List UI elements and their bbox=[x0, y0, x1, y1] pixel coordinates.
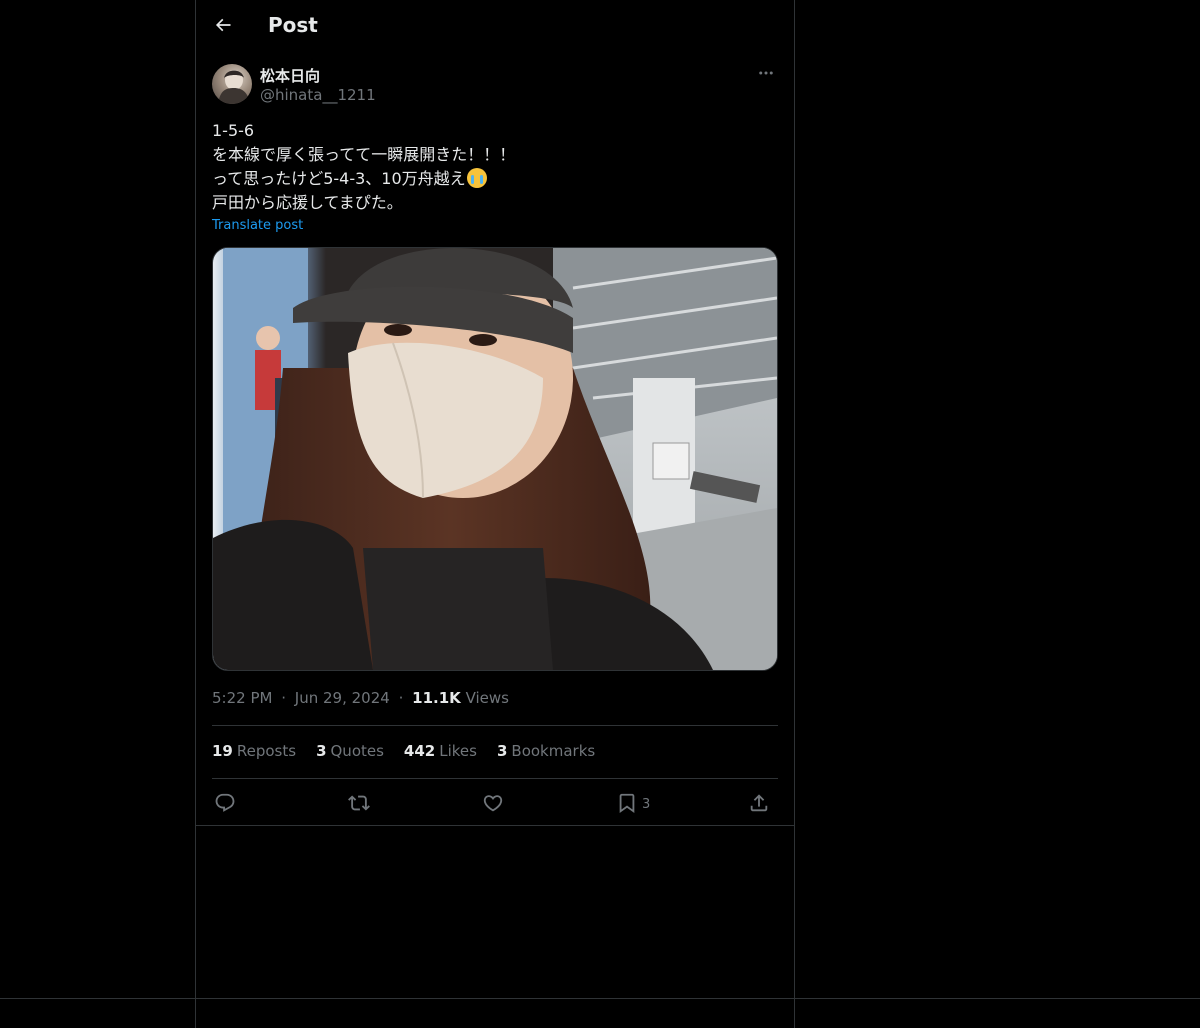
page-title: Post bbox=[268, 13, 318, 37]
likes-count: 442 bbox=[403, 742, 436, 760]
crying-face-emoji-icon bbox=[466, 168, 487, 188]
translate-post-link[interactable]: Translate post bbox=[212, 218, 303, 233]
post-text-line: って思ったけど5-4-3、10万舟越え bbox=[212, 167, 778, 191]
post-text-line-content: って思ったけど5-4-3、10万舟越え bbox=[212, 169, 466, 188]
likes-label: Likes bbox=[439, 742, 477, 760]
back-button[interactable] bbox=[206, 10, 240, 44]
post-text-line: を本線で厚く張ってて一瞬展開きた！！！ bbox=[212, 145, 516, 164]
post-stats: 19 Reposts 3 Quotes 442 Likes 3 Bookmarks bbox=[212, 742, 595, 760]
bookmarks-label: Bookmarks bbox=[511, 742, 596, 760]
post-header: Post bbox=[196, 0, 794, 53]
divider bbox=[196, 825, 794, 826]
post-actions: 3 bbox=[212, 786, 778, 820]
author-handle[interactable]: @hinata__1211 bbox=[260, 86, 376, 104]
repost-button[interactable] bbox=[348, 786, 370, 820]
views-label: Views bbox=[465, 689, 509, 707]
avatar[interactable] bbox=[212, 64, 252, 104]
reposts-stat[interactable]: 19 Reposts bbox=[212, 742, 296, 760]
quotes-stat[interactable]: 3 Quotes bbox=[316, 742, 384, 760]
post-author: 松本日向 @hinata__1211 bbox=[212, 64, 778, 108]
divider bbox=[212, 725, 778, 726]
reposts-label: Reposts bbox=[236, 742, 297, 760]
reply-icon bbox=[214, 792, 236, 814]
post-time[interactable]: 5:22 PM bbox=[212, 689, 272, 707]
post-meta: 5:22 PM · Jun 29, 2024 · 11.1K Views bbox=[212, 689, 509, 707]
primary-column: Post 松本日向 @hinata__1211 1-5-6 を本線で厚く張ってて… bbox=[195, 0, 795, 1028]
post-date[interactable]: Jun 29, 2024 bbox=[295, 689, 390, 707]
views-count: 11.1K bbox=[412, 689, 461, 707]
share-button[interactable] bbox=[748, 786, 770, 820]
reposts-count: 19 bbox=[212, 742, 233, 760]
divider bbox=[212, 778, 778, 779]
meta-separator: · bbox=[281, 689, 287, 707]
bookmark-button[interactable]: 3 bbox=[616, 786, 650, 820]
share-icon bbox=[748, 792, 770, 814]
heart-icon bbox=[482, 792, 504, 814]
footer-divider bbox=[0, 998, 1200, 999]
quotes-label: Quotes bbox=[330, 742, 384, 760]
bookmarks-count: 3 bbox=[496, 742, 508, 760]
post-text-line: 1-5-6 bbox=[212, 121, 255, 140]
quotes-count: 3 bbox=[316, 742, 327, 760]
more-horizontal-icon bbox=[757, 64, 775, 86]
arrow-left-icon bbox=[213, 15, 233, 39]
more-button[interactable] bbox=[754, 64, 778, 86]
meta-separator: · bbox=[398, 689, 404, 707]
bookmark-count: 3 bbox=[642, 797, 651, 812]
post-text-line: 戸田から応援してまぴた。 bbox=[212, 193, 403, 212]
bookmark-icon bbox=[616, 792, 638, 814]
reply-button[interactable] bbox=[214, 786, 236, 820]
author-name[interactable]: 松本日向 bbox=[260, 65, 320, 86]
post-text: 1-5-6 を本線で厚く張ってて一瞬展開きた！！！ って思ったけど5-4-3、1… bbox=[212, 119, 778, 215]
repost-icon bbox=[348, 792, 370, 814]
likes-stat[interactable]: 442 Likes bbox=[404, 742, 477, 760]
bookmarks-stat[interactable]: 3 Bookmarks bbox=[497, 742, 595, 760]
like-button[interactable] bbox=[482, 786, 504, 820]
post-photo[interactable] bbox=[212, 247, 778, 671]
